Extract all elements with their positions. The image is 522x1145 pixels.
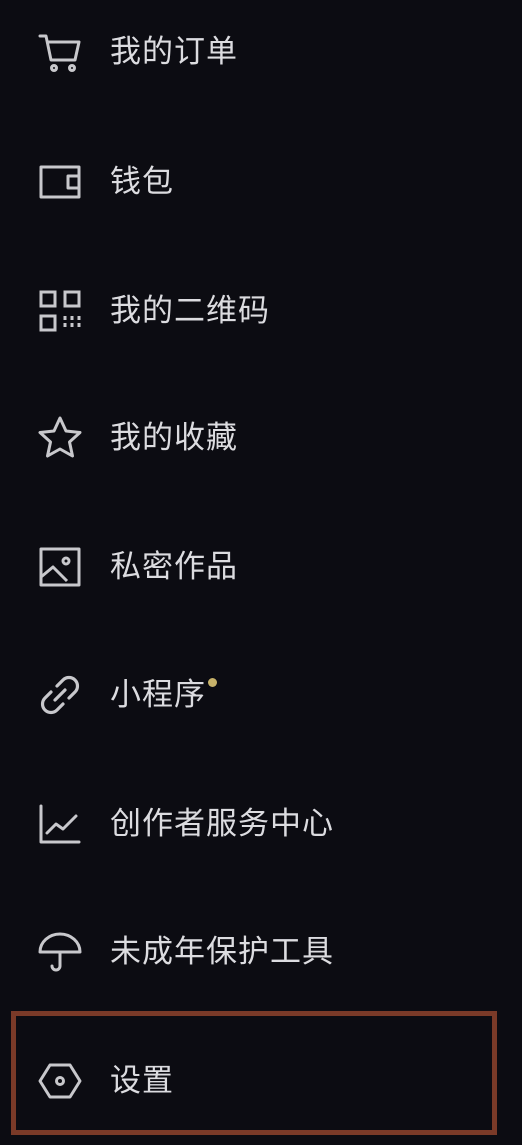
menu-item-label: 我的收藏 xyxy=(110,419,238,456)
menu-item-favorites[interactable]: 我的收藏 xyxy=(0,374,522,502)
side-menu: 我的订单 钱包 我的二维码 我的收藏 私密作品 小程序 创作者服务中心 未成年保… xyxy=(0,0,522,1144)
notification-dot xyxy=(208,677,217,687)
star-icon xyxy=(36,414,84,462)
menu-item-creator-center[interactable]: 创作者服务中心 xyxy=(0,760,522,888)
menu-item-mini-programs[interactable]: 小程序 xyxy=(0,631,522,759)
menu-item-settings[interactable]: 设置 xyxy=(0,1017,522,1145)
menu-item-private-works[interactable]: 私密作品 xyxy=(0,503,522,631)
qr-code-icon xyxy=(36,287,84,335)
menu-item-wallet[interactable]: 钱包 xyxy=(0,118,522,246)
menu-item-label: 设置 xyxy=(110,1062,174,1099)
menu-item-label: 私密作品 xyxy=(110,548,238,585)
wallet-icon xyxy=(36,158,84,206)
menu-item-label: 未成年保护工具 xyxy=(110,933,334,970)
umbrella-icon xyxy=(36,928,84,976)
menu-item-label: 钱包 xyxy=(110,163,174,200)
menu-item-label-text: 小程序 xyxy=(110,676,206,713)
menu-item-label: 创作者服务中心 xyxy=(110,805,334,842)
menu-item-label: 我的二维码 xyxy=(110,292,270,329)
menu-item-qr-code[interactable]: 我的二维码 xyxy=(0,247,522,375)
hexagon-settings-icon xyxy=(36,1057,84,1105)
cart-icon xyxy=(36,28,84,76)
image-icon xyxy=(36,543,84,591)
menu-item-label: 我的订单 xyxy=(110,33,238,70)
menu-item-label: 小程序 xyxy=(110,676,217,713)
link-icon xyxy=(36,671,84,719)
line-chart-icon xyxy=(36,800,84,848)
menu-item-minor-protection[interactable]: 未成年保护工具 xyxy=(0,888,522,1016)
menu-item-orders[interactable]: 我的订单 xyxy=(0,0,522,116)
